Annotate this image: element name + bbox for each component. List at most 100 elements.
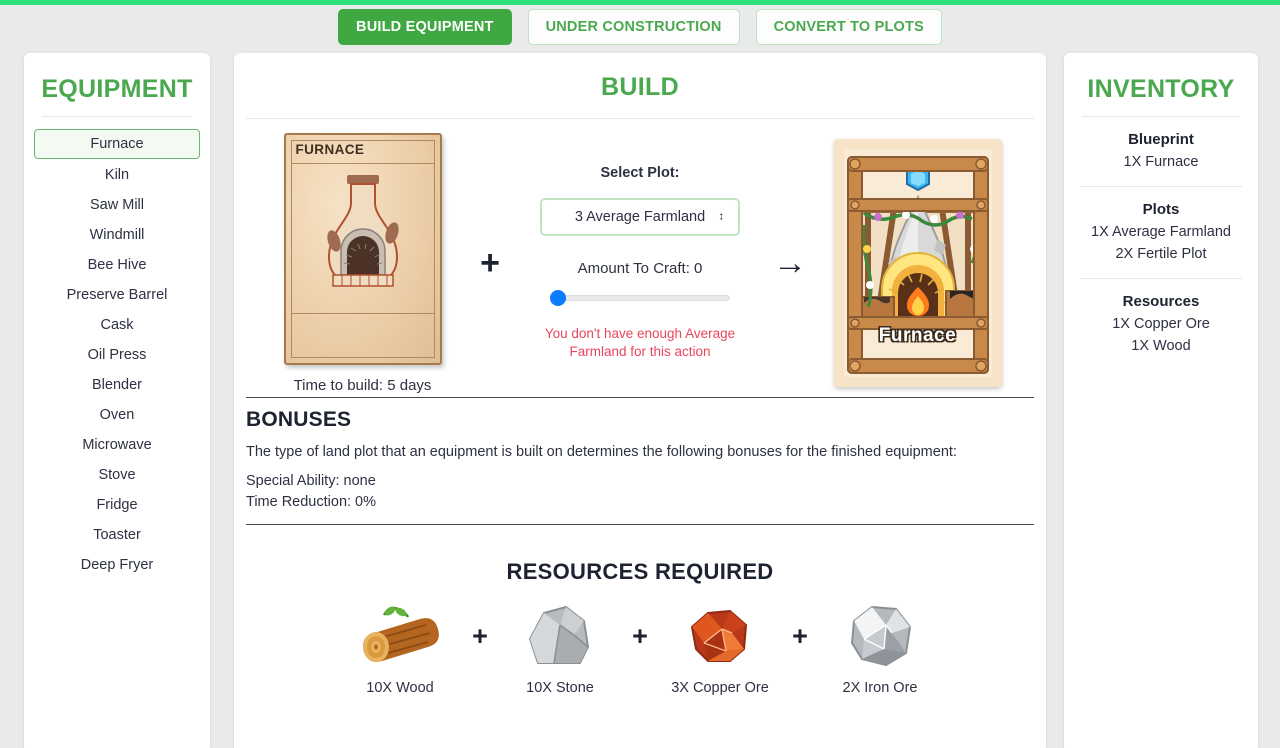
equipment-item-label: Oven [99, 407, 135, 423]
blueprint-rule-bottom [291, 312, 434, 314]
bonuses-description: The type of land plot that an equipment … [246, 444, 957, 460]
equipment-item-cask[interactable]: Cask [34, 311, 200, 339]
equipment-item-label: Preserve Barrel [66, 287, 168, 303]
resource-wood-label: 10X Wood [366, 679, 434, 696]
resource-iron-ore: 2X Iron Ore [820, 599, 940, 696]
inventory-entry: 2X Fertile Plot [1115, 246, 1207, 262]
inventory-group-blueprint: Blueprint 1X Furnace [1074, 131, 1248, 170]
arrow-right-icon: → [773, 244, 807, 282]
equipment-item-kiln[interactable]: Kiln [34, 161, 200, 189]
plus-icon: + [792, 620, 808, 651]
equipment-item-label: Stove [98, 467, 136, 483]
resource-stone: 10X Stone [500, 599, 620, 696]
equipment-panel: EQUIPMENT Furnace Kiln Saw Mill Windmill… [24, 53, 210, 748]
bonus-special-ability: Special Ability: none [246, 473, 376, 490]
blueprint-column: FURNACE Time to build: 5 days [270, 132, 455, 394]
bonuses-section: BONUSES The type of land plot that an eq… [246, 397, 1034, 525]
equipment-item-blender[interactable]: Blender [34, 371, 200, 399]
inventory-group-plots: Plots 1X Average Farmland 2X Fertile Plo… [1074, 201, 1248, 262]
bonus-time-reduction: Time Reduction: 0% [246, 494, 377, 511]
equipment-item-oven[interactable]: Oven [34, 401, 200, 429]
inventory-entry: 1X Wood [1131, 338, 1191, 354]
top-accent-strip [0, 0, 1280, 5]
plus-icon: + [632, 620, 648, 651]
result-card-name: Furnace [878, 325, 957, 346]
inventory-group-separator [1080, 278, 1242, 279]
insufficient-resources-warning: You don't have enough Average Farmland f… [544, 325, 736, 359]
equipment-item-label: Furnace [90, 136, 144, 152]
equipment-item-saw-mill[interactable]: Saw Mill [34, 191, 200, 219]
tab-build-equipment-label: BUILD EQUIPMENT [356, 19, 494, 35]
equipment-item-stove[interactable]: Stove [34, 461, 200, 489]
equipment-item-bee-hive[interactable]: Bee Hive [34, 251, 200, 279]
furnace-sketch-icon [326, 174, 399, 287]
build-panel: BUILD FURNACE Time to build: 5 days + Se… [234, 53, 1046, 748]
inventory-group-title: Resources [1122, 293, 1200, 310]
equipment-item-fridge[interactable]: Fridge [34, 491, 200, 519]
slider-track [550, 294, 730, 301]
plus-icon: + [472, 620, 488, 651]
blueprint-title-label: FURNACE [295, 141, 365, 157]
time-to-build-label: Time to build: 5 days [293, 376, 432, 394]
furnace-illustration-icon [833, 139, 1002, 387]
equipment-item-label: Cask [100, 317, 134, 333]
inventory-entry: 1X Average Farmland [1091, 224, 1231, 240]
equipment-item-toaster[interactable]: Toaster [34, 521, 200, 549]
plot-select-dropdown[interactable]: 3 Average Farmland ↕ [540, 197, 740, 236]
tab-under-construction-label: UNDER CONSTRUCTION [545, 19, 722, 35]
plot-select-value: 3 Average Farmland [574, 208, 706, 225]
equipment-item-label: Bee Hive [87, 257, 147, 273]
equipment-item-label: Fridge [96, 497, 138, 513]
select-plot-label: Select Plot: [600, 164, 680, 181]
equipment-item-label: Kiln [104, 167, 130, 183]
equipment-item-label: Saw Mill [90, 197, 144, 213]
inventory-divider [1082, 116, 1240, 117]
slider-thumb[interactable] [550, 289, 566, 306]
resource-wood: 10X Wood [340, 599, 460, 696]
equipment-list: Furnace Kiln Saw Mill Windmill Bee Hive … [34, 117, 200, 579]
resource-stone-label: 10X Stone [526, 679, 594, 696]
copper-ore-icon [674, 599, 766, 671]
equipment-item-label: Windmill [89, 227, 145, 243]
tab-convert-to-plots[interactable]: CONVERT TO PLOTS [755, 9, 942, 45]
equipment-item-furnace[interactable]: Furnace [34, 129, 200, 159]
stone-rock-icon [514, 599, 606, 671]
main-tab-bar: BUILD EQUIPMENT UNDER CONSTRUCTION CONVE… [0, 9, 1280, 45]
equipment-item-label: Deep Fryer [80, 557, 154, 573]
inventory-entry: 1X Furnace [1123, 154, 1199, 170]
inventory-panel-title: INVENTORY [1087, 75, 1235, 103]
inventory-group-title: Plots [1142, 201, 1180, 218]
inventory-group-separator [1080, 186, 1242, 187]
resource-copper-ore: 3X Copper Ore [660, 599, 780, 696]
equipment-item-label: Blender [92, 377, 142, 393]
resources-required-row: 10X Wood + 10X Stone + 3X Copper Ore + 2… [234, 599, 1046, 696]
tab-build-equipment[interactable]: BUILD EQUIPMENT [338, 9, 512, 45]
iron-ore-icon [834, 599, 926, 671]
equipment-item-deep-fryer[interactable]: Deep Fryer [34, 551, 200, 579]
furnace-result-card[interactable]: Furnace [833, 139, 1002, 387]
equipment-item-oil-press[interactable]: Oil Press [34, 341, 200, 369]
inventory-panel: INVENTORY Blueprint 1X Furnace Plots 1X … [1064, 53, 1258, 748]
inventory-entry: 1X Copper Ore [1112, 316, 1210, 332]
inventory-group-title: Blueprint [1128, 131, 1194, 148]
resources-required-title: RESOURCES REQUIRED [506, 558, 774, 584]
resource-iron-ore-label: 2X Iron Ore [842, 679, 918, 696]
equipment-item-windmill[interactable]: Windmill [34, 221, 200, 249]
amount-to-craft-slider[interactable] [550, 289, 730, 306]
amount-to-craft-label: Amount To Craft: 0 [577, 259, 703, 277]
resource-copper-ore-label: 3X Copper Ore [671, 679, 769, 696]
equipment-panel-title: EQUIPMENT [41, 75, 193, 103]
equipment-item-label: Microwave [82, 437, 152, 453]
craft-controls-column: Select Plot: 3 Average Farmland ↕ Amount… [525, 165, 755, 361]
build-panel-title: BUILD [601, 73, 679, 101]
blueprint-card[interactable]: FURNACE [283, 132, 442, 365]
build-row: FURNACE Time to build: 5 days + Select P… [234, 119, 1046, 394]
blueprint-rule-top [291, 162, 434, 164]
equipment-item-label: Oil Press [87, 347, 147, 363]
equipment-item-microwave[interactable]: Microwave [34, 431, 200, 459]
equipment-item-label: Toaster [93, 527, 141, 543]
tab-under-construction[interactable]: UNDER CONSTRUCTION [527, 9, 740, 45]
equipment-item-preserve-barrel[interactable]: Preserve Barrel [34, 281, 200, 309]
tab-convert-to-plots-label: CONVERT TO PLOTS [773, 19, 924, 35]
chevron-updown-icon: ↕ [718, 210, 725, 223]
